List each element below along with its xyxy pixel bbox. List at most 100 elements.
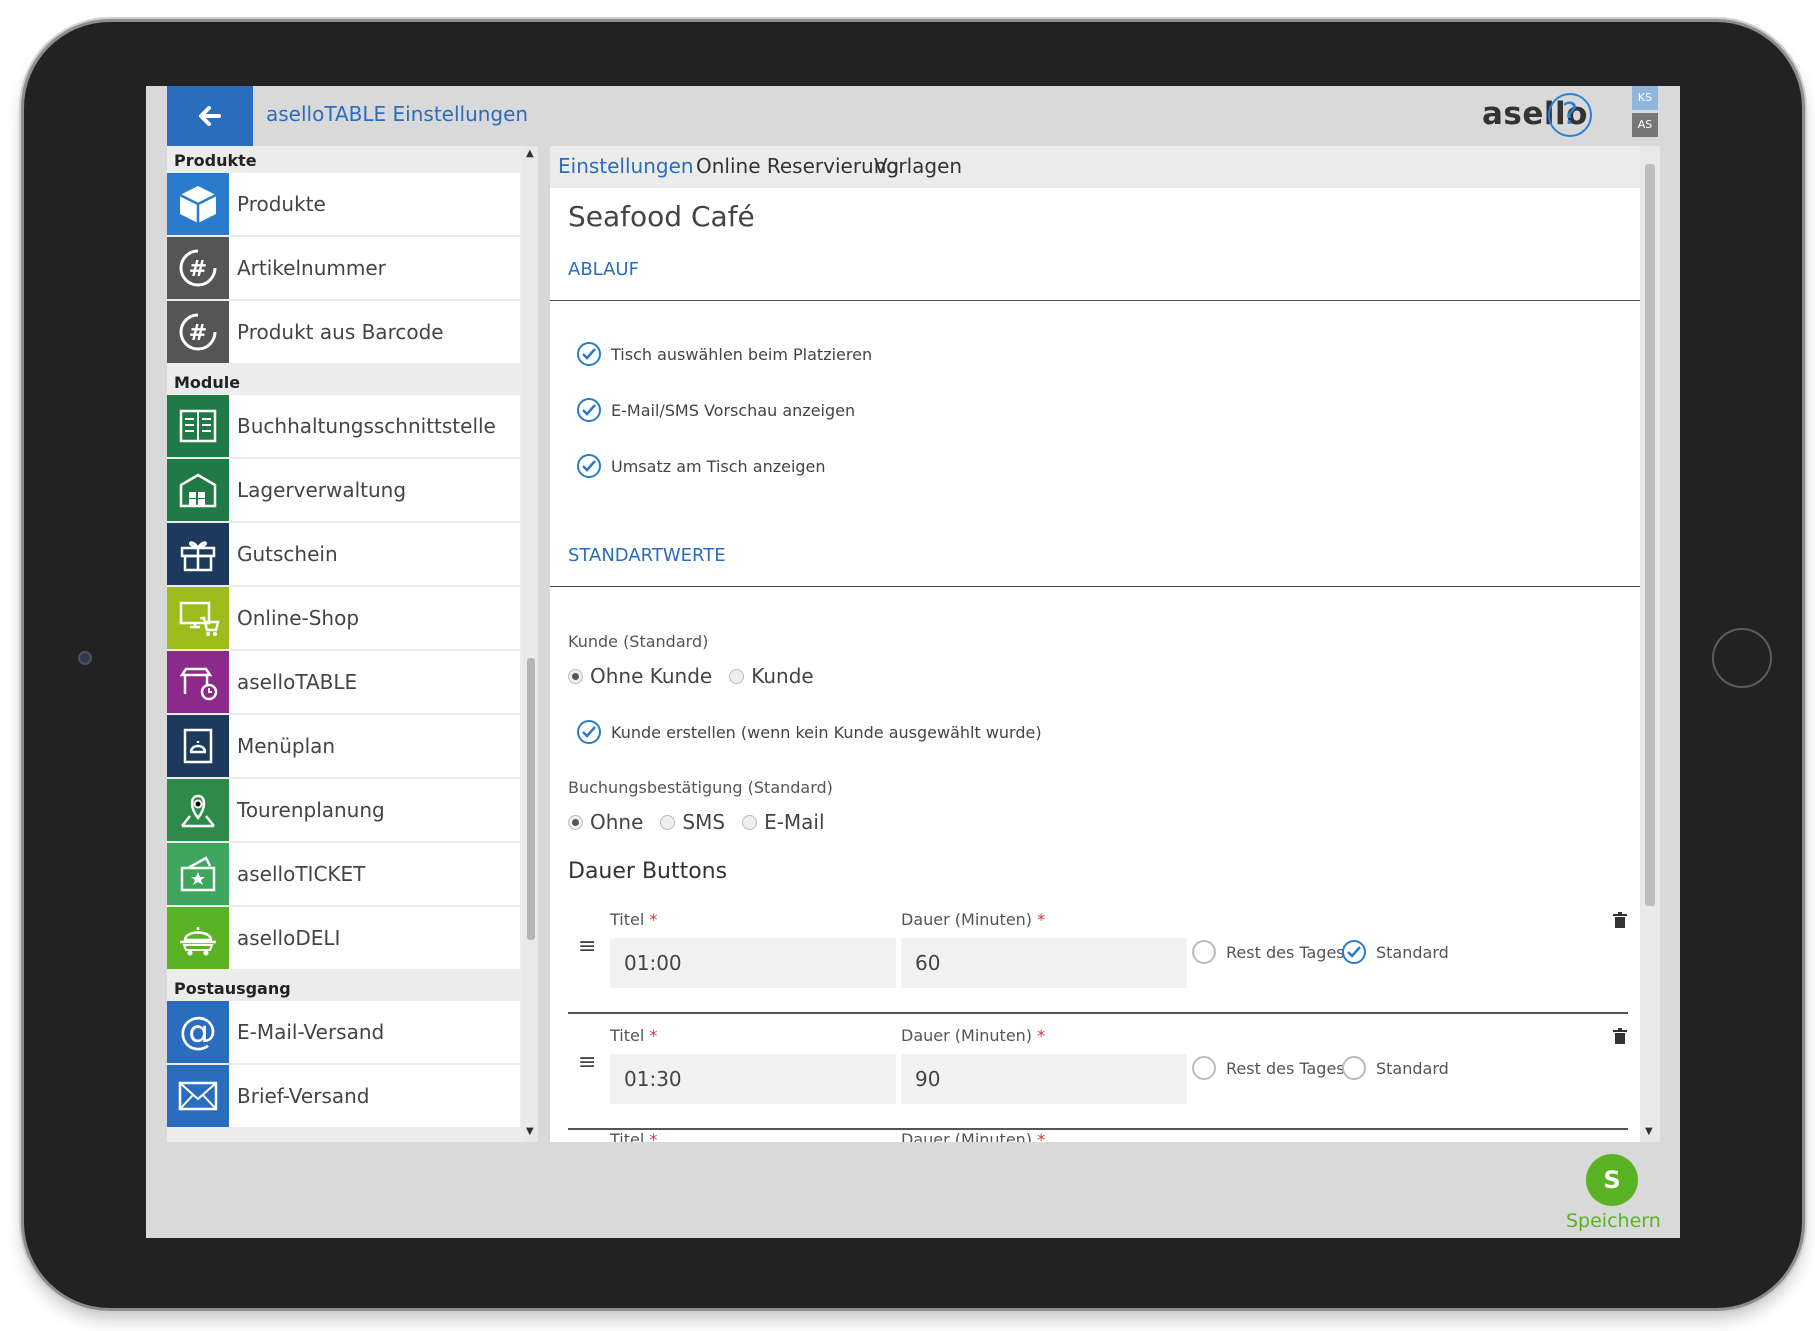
sidebar-scroll-thumb[interactable] <box>527 658 535 940</box>
dauer-label: Dauer (Minuten) * <box>901 910 1046 929</box>
check-umsatz-anzeigen[interactable]: Umsatz am Tisch anzeigen <box>577 454 826 478</box>
section-title-postausgang: Postausgang <box>174 979 291 998</box>
check-label: Kunde erstellen (wenn kein Kunde ausgewä… <box>611 722 1042 742</box>
main-scrollbar[interactable]: ▼ <box>1640 146 1660 1142</box>
radio-ohne-kunde[interactable]: Ohne Kunde <box>568 664 712 688</box>
option-label: Rest des Tages <box>1226 942 1345 962</box>
sidebar-item-gutschein[interactable]: Gutschein <box>167 523 520 585</box>
sidebar-item-label: Produkt aus Barcode <box>237 320 444 344</box>
sidebar-item-label: Buchhaltungsschnittstelle <box>237 414 496 438</box>
footer-bar: S Speichern <box>146 1142 1680 1238</box>
buchung-radio-group: Ohne SMS E-Mail <box>568 810 842 834</box>
dauer-input[interactable]: 90 <box>901 1054 1187 1104</box>
tab-einstellungen[interactable]: Einstellungen <box>558 154 694 178</box>
menu-book-icon <box>167 715 229 777</box>
dauer-label: Dauer (Minuten) * <box>901 1130 1046 1142</box>
radio-email[interactable]: E-Mail <box>742 810 825 834</box>
hash-refresh-icon: # <box>167 301 229 363</box>
titel-input[interactable]: 01:30 <box>610 1054 896 1104</box>
sidebar-item-artikelnummer[interactable]: # Artikelnummer <box>167 237 520 299</box>
section-heading-standardwerte: STANDARTWERTE <box>568 545 726 566</box>
tab-online-reservierung[interactable]: Online Reservierung <box>696 154 899 178</box>
route-pin-icon <box>167 779 229 841</box>
kunde-radio-group: Ohne Kunde Kunde <box>568 664 831 688</box>
check-tisch-auswaehlen[interactable]: Tisch auswählen beim Platzieren <box>577 342 872 366</box>
sidebar-scrollbar[interactable]: ▲ ▼ <box>523 146 538 1142</box>
option-standard[interactable]: Standard <box>1342 1056 1449 1080</box>
dauer-buttons-heading: Dauer Buttons <box>568 859 728 884</box>
sidebar-item-lagerverwaltung[interactable]: Lagerverwaltung <box>167 459 520 521</box>
home-button[interactable] <box>1712 628 1772 688</box>
radio-label: Ohne <box>590 810 644 834</box>
scroll-up-icon[interactable]: ▲ <box>526 148 534 159</box>
radio-sms[interactable]: SMS <box>660 810 725 834</box>
user-badge-as[interactable]: AS <box>1632 113 1658 137</box>
save-label[interactable]: Speichern <box>1566 1210 1661 1232</box>
tab-vorlagen[interactable]: Vorlagen <box>874 154 962 178</box>
radio-kunde[interactable]: Kunde <box>729 664 814 688</box>
sidebar-item-tourenplanung[interactable]: Tourenplanung <box>167 779 520 841</box>
option-rest-des-tages[interactable]: Rest des Tages <box>1192 1056 1345 1080</box>
gift-icon <box>167 523 229 585</box>
dauer-input[interactable]: 60 <box>901 938 1187 988</box>
option-rest-des-tages[interactable]: Rest des Tages <box>1192 940 1345 964</box>
check-label: Tisch auswählen beim Platzieren <box>611 344 873 364</box>
sidebar-item-asellotable[interactable]: aselloTABLE <box>167 651 520 713</box>
sidebar-item-label: Lagerverwaltung <box>237 478 407 502</box>
radio-label: Ohne Kunde <box>590 664 713 688</box>
svg-text:#: # <box>189 321 207 346</box>
radio-dot <box>660 814 676 830</box>
sidebar-item-asellodeli[interactable]: aselloDELI <box>167 907 520 969</box>
radio-dot <box>742 814 758 830</box>
arrow-left-icon <box>199 106 221 126</box>
scroll-down-icon[interactable]: ▼ <box>526 1126 534 1137</box>
drag-handle-icon[interactable]: ≡ <box>578 934 596 959</box>
sidebar-item-produkt-aus-barcode[interactable]: # Produkt aus Barcode <box>167 301 520 363</box>
radio-dot <box>568 668 583 684</box>
main-panel: Einstellungen Online Reservierung Vorlag… <box>550 146 1660 1142</box>
help-icon[interactable]: ? <box>1548 93 1592 137</box>
radio-label: E-Mail <box>764 810 825 834</box>
sidebar-item-brief-versand[interactable]: Brief-Versand <box>167 1065 520 1127</box>
svg-text:#: # <box>189 257 207 282</box>
check-label: Umsatz am Tisch anzeigen <box>611 456 826 476</box>
user-badge-ks[interactable]: KS <box>1632 86 1658 110</box>
sidebar-item-label: E-Mail-Versand <box>237 1020 385 1044</box>
hash-refresh-icon: # <box>167 237 229 299</box>
check-kunde-erstellen[interactable]: Kunde erstellen (wenn kein Kunde ausgewä… <box>577 720 1042 744</box>
trash-icon[interactable] <box>1613 1028 1627 1044</box>
trash-icon[interactable] <box>1613 912 1627 928</box>
check-circle-icon <box>577 342 601 366</box>
radio-ring-icon <box>1192 1056 1216 1080</box>
sidebar-item-asellorticket[interactable]: aselloTICKET <box>167 843 520 905</box>
save-button[interactable]: S <box>1586 1154 1638 1206</box>
main-scroll-thumb[interactable] <box>1645 164 1655 906</box>
dauer-row: ≡ Titel * Dauer (Minuten) * 01:30 90 Res… <box>568 1014 1628 1130</box>
delivery-icon <box>167 907 229 969</box>
radio-label: Kunde <box>751 664 814 688</box>
sidebar-item-buchhaltungsschnittstelle[interactable]: Buchhaltungsschnittstelle <box>167 395 520 457</box>
sidebar-item-online-shop[interactable]: Online-Shop <box>167 587 520 649</box>
drag-handle-icon[interactable]: ≡ <box>578 1050 596 1075</box>
check-circle-icon <box>577 454 601 478</box>
kunde-standard-label: Kunde (Standard) <box>568 632 709 651</box>
scroll-down-icon[interactable]: ▼ <box>1645 1126 1653 1137</box>
box-icon <box>167 173 229 235</box>
radio-dot <box>568 814 583 830</box>
sidebar-item-menueplan[interactable]: Menüplan <box>167 715 520 777</box>
titel-input[interactable]: 01:00 <box>610 938 896 988</box>
sidebar-item-label: Artikelnummer <box>237 256 386 280</box>
check-vorschau-anzeigen[interactable]: E-Mail/SMS Vorschau anzeigen <box>577 398 855 422</box>
back-button[interactable] <box>167 86 253 146</box>
sidebar-item-label: aselloTABLE <box>237 670 358 694</box>
radio-ohne[interactable]: Ohne <box>568 810 643 834</box>
option-standard[interactable]: Standard <box>1342 940 1449 964</box>
divider <box>550 586 1644 587</box>
radio-ring-icon <box>1192 940 1216 964</box>
sidebar-item-email-versand[interactable]: @ E-Mail-Versand <box>167 1001 520 1063</box>
svg-text:@: @ <box>179 1010 217 1053</box>
sidebar-item-label: Tourenplanung <box>237 798 385 822</box>
table-clock-icon <box>167 651 229 713</box>
divider <box>550 300 1644 301</box>
sidebar-item-produkte[interactable]: Produkte <box>167 173 520 235</box>
